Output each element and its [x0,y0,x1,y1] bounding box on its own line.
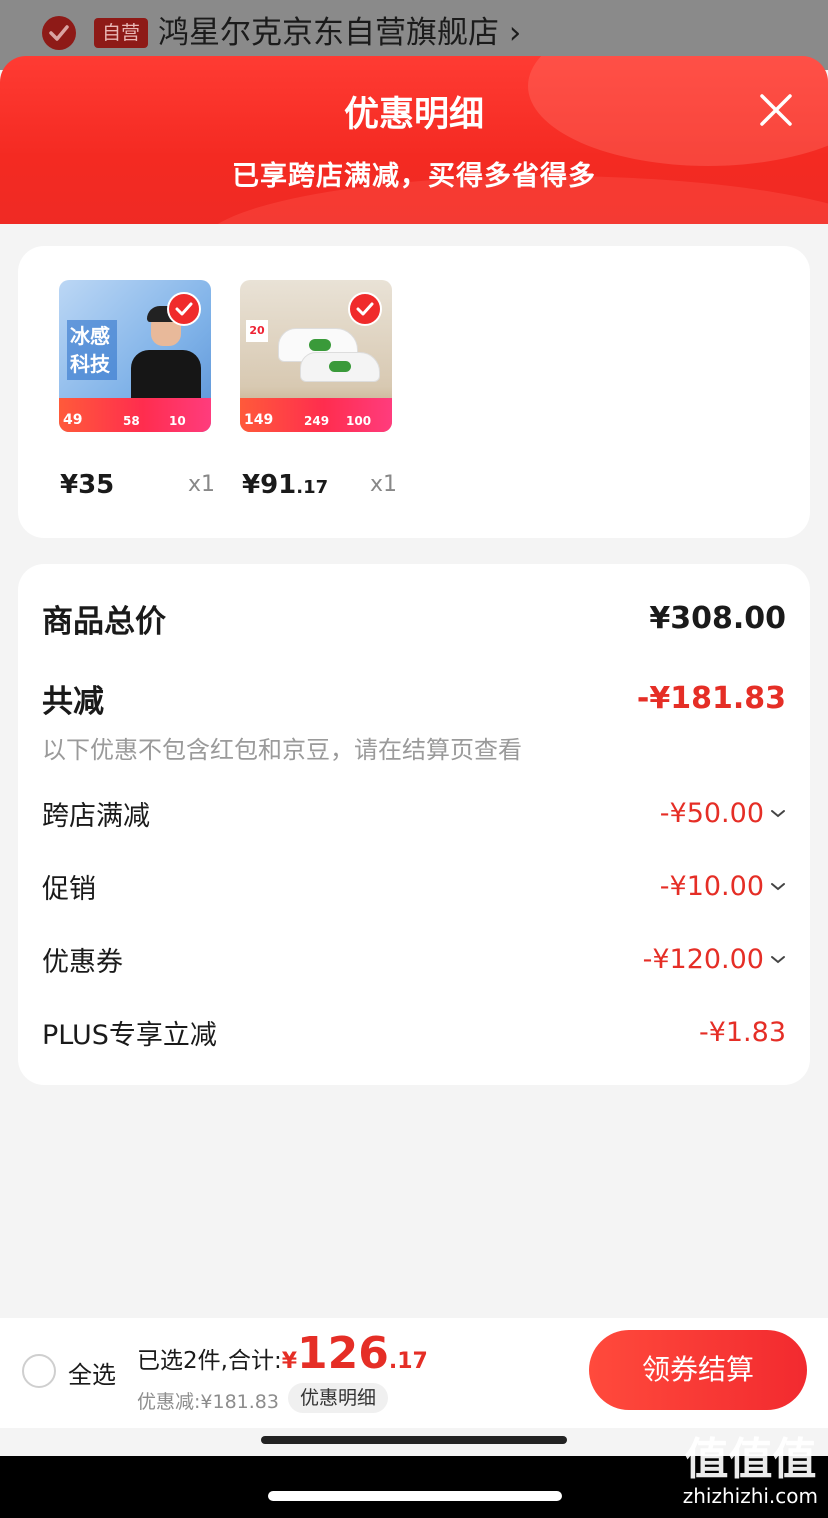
total-amount-decimal: .17 [388,1349,428,1374]
home-indicator [261,1436,567,1444]
total-price-value: ¥308.00 [649,601,786,636]
checked-icon[interactable] [348,292,382,326]
discount-row-promotion[interactable]: 促销 -¥10.00 [42,867,786,906]
chevron-down-icon[interactable] [770,809,786,819]
promo-price: 100 [346,414,372,428]
product-thumbnail[interactable]: 冰感科技 49 58 10 [59,280,211,432]
home-indicator[interactable] [268,1491,562,1501]
watermark-domain: zhizhizhi.com [682,1484,818,1508]
total-currency: ¥ [281,1349,298,1374]
product-thumb-text: 20 [246,320,268,342]
close-icon[interactable] [756,90,796,130]
discount-detail-button[interactable]: 优惠明细 [288,1383,389,1413]
discount-value: -¥50.00 [660,798,786,829]
chevron-down-icon[interactable] [770,882,786,892]
product-price: ¥35 [60,470,115,500]
discount-detail-header: 优惠明细 已享跨店满减，买得多省得多 [0,56,828,224]
checked-icon[interactable] [167,292,201,326]
total-reduction-row: 共减 -¥181.83 [42,676,786,721]
select-all-label[interactable]: 全选 [68,1355,116,1390]
promo-strip: 49 58 10 [59,398,211,432]
selected-count-text: 已选2件,合计: [137,1348,282,1374]
promo-price: 58 [123,414,140,428]
products-card: 冰感科技 49 58 10 20 149 249 100 ¥35 x1 ¥91.… [18,246,810,538]
checkout-bar: 全选 已选2件,合计: ¥ 126 .17 优惠减:¥181.83 优惠明细 领… [0,1318,828,1428]
store-checked-icon[interactable] [42,16,76,50]
discount-row-cross-store[interactable]: 跨店满减 -¥50.00 [42,794,786,833]
discount-summary-text: 优惠减:¥181.83 [137,1391,279,1413]
discount-row-plus: PLUS专享立减 -¥1.83 [42,1013,786,1052]
total-reduction-value: -¥181.83 [636,681,786,716]
sheet-subtitle: 已享跨店满减，买得多省得多 [232,161,596,192]
discount-value: -¥120.00 [643,944,786,975]
discount-value: -¥1.83 [698,1017,786,1048]
reduction-note: 以下优惠不包含红包和京豆，请在结算页查看 [42,736,522,764]
total-price-row: 商品总价 ¥308.00 [42,596,786,641]
discount-label: PLUS专享立减 [42,1020,217,1051]
product-thumb-text: 冰感科技 [67,320,117,380]
discount-value: -¥10.00 [660,871,786,902]
selected-total: 已选2件,合计: ¥ 126 .17 [137,1332,428,1376]
watermark-logo: 值值值 [684,1434,817,1485]
self-operated-badge: 自营 [94,18,149,48]
discount-label: 跨店满减 [42,801,150,832]
sheet-title: 优惠明细 [343,95,484,135]
promo-price: 10 [169,414,186,428]
discount-label: 优惠券 [42,947,123,978]
promo-strip: 149 249 100 [240,398,392,432]
shoe-image [300,352,380,382]
product-quantity: x1 [188,472,216,497]
discount-row-coupon[interactable]: 优惠券 -¥120.00 [42,940,786,979]
product-quantity: x1 [370,472,398,497]
price-summary-card: 商品总价 ¥308.00 共减 -¥181.83 以下优惠不包含红包和京豆，请在… [18,564,810,1085]
checkout-button[interactable]: 领券结算 [589,1330,807,1410]
total-price-label: 商品总价 [42,604,166,640]
discount-label: 促销 [42,874,96,905]
total-reduction-label: 共减 [42,684,104,720]
promo-price: 249 [304,414,330,428]
product-price: ¥91.17 [242,470,329,500]
total-amount-integer: 126 [297,1328,389,1379]
select-all-radio[interactable] [22,1354,56,1388]
store-name-link[interactable]: 鸿星尔克京东自营旗舰店 › [158,12,521,54]
promo-price: 49 [63,412,83,428]
watermark: 值值值 zhizhizhi.com [682,1434,818,1509]
chevron-down-icon[interactable] [770,955,786,965]
product-thumbnail[interactable]: 20 149 249 100 [240,280,392,432]
promo-price: 149 [244,412,274,428]
